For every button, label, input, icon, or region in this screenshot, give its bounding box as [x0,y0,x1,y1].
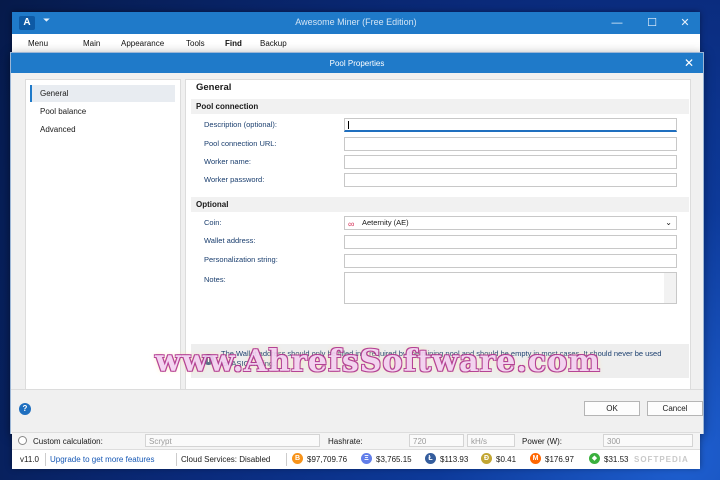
description-label: Description (optional): [204,120,277,129]
status-bar: v11.0 Upgrade to get more features Cloud… [12,449,700,469]
menu-tools[interactable]: Tools [186,39,205,48]
version-label: v11.0 [20,455,39,464]
chevron-down-icon: ⌄ [665,218,672,227]
cloud-services-status: Cloud Services: Disabled [181,455,271,464]
app-window: A ⏷ Awesome Miner (Free Edition) — ☐ ✕ M… [10,12,704,469]
menu-backup[interactable]: Backup [260,39,287,48]
ethereum-classic-price: $31.53 [604,455,629,464]
custom-calculation-radio[interactable] [18,436,27,445]
power-label: Power (W): [522,437,562,446]
worker-name-input[interactable] [344,155,677,169]
litecoin-icon: Ł [425,453,436,464]
menu-menu[interactable]: Menu [28,39,48,48]
dogecoin-icon: Ð [481,453,492,464]
monero-icon: M [530,453,541,464]
nav-item-advanced[interactable]: Advanced [30,121,175,138]
wallet-address-input[interactable] [344,235,677,249]
softpedia-watermark: SOFTPEDIA [634,455,689,464]
power-value: 300 [607,437,621,446]
help-icon[interactable]: ? [19,403,31,415]
title-bar: A ⏷ Awesome Miner (Free Edition) — ☐ ✕ [12,12,700,34]
bitcoin-icon: B [292,453,303,464]
nav-item-pool-balance[interactable]: Pool balance [30,103,175,120]
ok-button[interactable]: OK [584,401,640,416]
monero-price: $176.97 [545,455,574,464]
custom-calculation-row: Custom calculation: Scrypt Hashrate: 720… [12,432,700,450]
aeternity-coin-icon: ∞ [348,219,355,229]
section-pool-connection: Pool connection [191,99,689,114]
litecoin-price: $113.93 [440,455,469,464]
ethereum-icon: Ξ [361,453,372,464]
pool-url-label: Pool connection URL: [204,139,277,148]
upgrade-link[interactable]: Upgrade to get more features [50,455,155,464]
personalization-label: Personalization string: [204,255,278,264]
dialog-close-button[interactable]: ✕ [681,55,697,71]
notes-scrollbar[interactable] [664,273,676,303]
menu-main[interactable]: Main [83,39,100,48]
bitcoin-price: $97,709.76 [307,455,348,464]
menu-bar: Menu Main Appearance Tools Find Backup [12,34,700,53]
menu-appearance[interactable]: Appearance [121,39,164,48]
coin-select[interactable]: ∞ Aeternity (AE) ⌄ [344,216,677,230]
dialog-body: General Pool balance Advanced General Po… [11,73,703,393]
close-window-button[interactable]: ✕ [674,15,696,31]
pool-url-input[interactable] [344,137,677,151]
algorithm-value: Scrypt [149,437,172,446]
worker-password-label: Worker password: [204,175,265,184]
dialog-title-bar: Pool Properties ✕ [11,53,703,73]
hashrate-unit: kH/s [471,437,487,446]
personalization-input[interactable] [344,254,677,268]
website-watermark: www.AhrefsSoftware.com [155,344,601,379]
coin-label: Coin: [204,218,222,227]
cancel-button[interactable]: Cancel [647,401,703,416]
hashrate-value: 720 [413,437,427,446]
worker-password-input[interactable] [344,173,677,187]
description-input[interactable] [344,118,677,132]
hashrate-label: Hashrate: [328,437,363,446]
menu-find[interactable]: Find [225,39,242,48]
ethereum-classic-icon: ◆ [589,453,600,464]
divider [176,453,177,466]
section-optional: Optional [191,197,689,212]
window-title: Awesome Miner (Free Edition) [295,17,417,27]
divider [286,453,287,466]
panel-heading: General [196,82,232,93]
dogecoin-price: $0.41 [496,455,517,464]
divider [45,453,46,466]
ethereum-price: $3,765.15 [376,455,412,464]
nav-item-general[interactable]: General [30,85,175,102]
text-caret [348,121,349,129]
coin-selected-value: Aeternity (AE) [362,218,409,227]
dialog-footer: ? OK Cancel [11,389,703,434]
wallet-address-label: Wallet address: [204,236,256,245]
maximize-button[interactable]: ☐ [641,15,663,31]
custom-calculation-label: Custom calculation: [33,437,103,446]
minimize-button[interactable]: — [606,15,628,31]
notes-textarea[interactable] [344,272,677,304]
notes-label: Notes: [204,275,226,284]
worker-name-label: Worker name: [204,157,251,166]
dialog-title: Pool Properties [329,59,385,68]
